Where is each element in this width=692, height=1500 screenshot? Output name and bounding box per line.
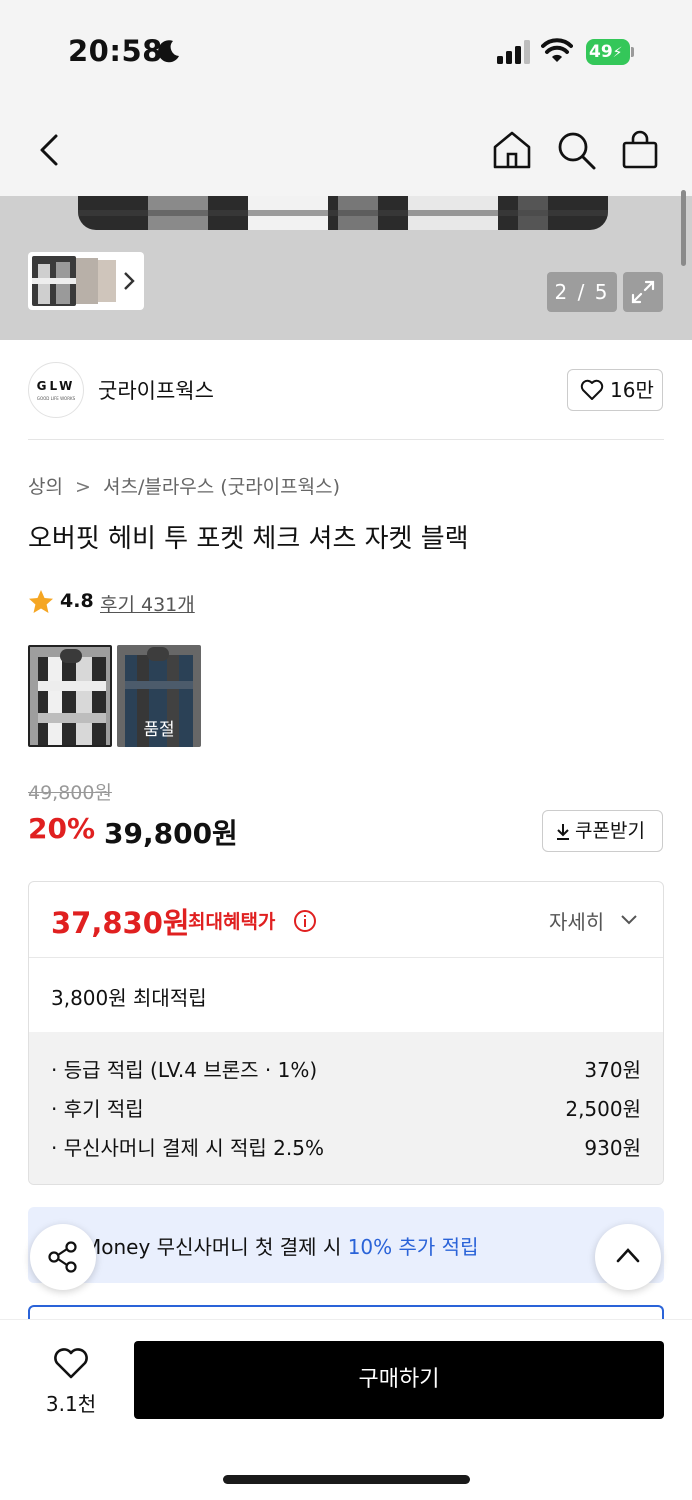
max-benefit-price: 37,830원 (51, 906, 190, 940)
original-price: 49,800원 (28, 782, 112, 804)
star-icon (29, 590, 53, 613)
signal-icon (497, 40, 530, 64)
thumbnail-strip[interactable] (28, 252, 144, 310)
sold-out-badge: 품절 (143, 720, 175, 740)
share-icon (48, 1241, 77, 1273)
divider (28, 439, 664, 440)
discount-rate: 20% (28, 812, 96, 845)
brand-name[interactable]: 굿라이프웍스 (98, 375, 214, 405)
review-link[interactable]: 후기 431개 (100, 590, 195, 617)
wishlist-button[interactable]: 3.1천 (36, 1346, 106, 1416)
points-total: 3,800원 최대적립 (51, 986, 207, 1010)
chevron-right-icon: > (75, 476, 91, 498)
brand-logo[interactable]: GLW GOOD LIFE WORKS (28, 362, 84, 418)
breadcrumb-subcategory[interactable]: 셔츠/블라우스 (굿라이프웍스) (103, 476, 340, 498)
battery-icon: 49⚡ (586, 39, 634, 65)
points-amount: 2,500원 (565, 1097, 641, 1121)
detail-toggle[interactable]: 자세히 (549, 906, 604, 935)
brand-like-count: 16만 (610, 378, 654, 402)
download-icon (557, 824, 569, 840)
color-option-blue[interactable]: 품절 (117, 645, 201, 747)
battery-level: 49 (589, 42, 613, 62)
buy-button[interactable]: 구매하기 (134, 1341, 664, 1419)
top-navigation (0, 100, 692, 196)
banner-highlight: 10% 추가 적립 (347, 1235, 479, 1259)
bottom-action-bar: 3.1천 구매하기 (0, 1320, 692, 1500)
points-list: · 등급 적립 (LV.4 브론즈 · 1%) 370원 · 후기 적립 2,5… (29, 1032, 663, 1184)
product-image (78, 196, 608, 230)
breadcrumb: 상의 > 셔츠/블라우스 (굿라이프웍스) (28, 472, 340, 499)
status-time: 20:58 (68, 34, 163, 68)
chevron-down-icon[interactable] (619, 912, 639, 928)
product-title: 오버핏 헤비 투 포켓 체크 셔츠 자켓 블랙 (28, 524, 469, 554)
back-icon[interactable] (32, 130, 68, 170)
chevron-right-icon (124, 272, 135, 290)
musinsa-money-banner[interactable]: Money 무신사머니 첫 결제 시 10% 추가 적립 (28, 1207, 664, 1283)
thumbnail-image (32, 256, 76, 306)
banner-text: Money 무신사머니 첫 결제 시 (84, 1235, 348, 1259)
points-label: · 무신사머니 결제 시 적립 2.5% (51, 1136, 324, 1160)
product-image-gallery[interactable]: 2 / 5 (0, 196, 692, 340)
chevron-up-icon (616, 1248, 640, 1263)
shopping-bag-icon[interactable] (618, 128, 662, 172)
color-option-black[interactable] (28, 645, 112, 747)
heart-icon (54, 1348, 88, 1379)
heart-icon (580, 379, 604, 400)
points-label: · 등급 적립 (LV.4 브론즈 · 1%) (51, 1058, 318, 1082)
max-benefit-label: 최대혜택가 (188, 911, 276, 933)
share-button[interactable] (30, 1224, 96, 1290)
benefit-header[interactable]: 37,830원 최대혜택가 자세히 (29, 882, 663, 958)
rating-value: 4.8 (60, 590, 94, 612)
points-amount: 370원 (584, 1058, 641, 1082)
brand-like-button[interactable]: 16만 (567, 369, 663, 411)
expand-icon[interactable] (623, 272, 663, 312)
points-amount: 930원 (584, 1136, 641, 1160)
moon-icon (158, 40, 179, 63)
wishlist-count: 3.1천 (45, 1392, 97, 1416)
info-icon[interactable] (293, 909, 317, 933)
status-bar: 20:58 49⚡ (0, 0, 692, 100)
breadcrumb-category[interactable]: 상의 (28, 476, 63, 498)
home-icon[interactable] (490, 128, 534, 172)
scrollbar[interactable] (681, 190, 686, 266)
option-image (30, 647, 110, 745)
benefit-box: 37,830원 최대혜택가 자세히 3,800원 최대적립 · 등급 적립 (L… (28, 881, 664, 1185)
image-counter: 2 / 5 (547, 272, 617, 312)
wifi-icon (541, 38, 573, 62)
home-indicator (223, 1475, 470, 1484)
sale-price: 39,800원 (104, 817, 238, 850)
points-label: · 후기 적립 (51, 1097, 144, 1121)
coupon-label: 쿠폰받기 (575, 820, 645, 842)
coupon-download-button[interactable]: 쿠폰받기 (542, 810, 663, 852)
search-icon[interactable] (554, 128, 598, 172)
scroll-top-button[interactable] (595, 1224, 661, 1290)
